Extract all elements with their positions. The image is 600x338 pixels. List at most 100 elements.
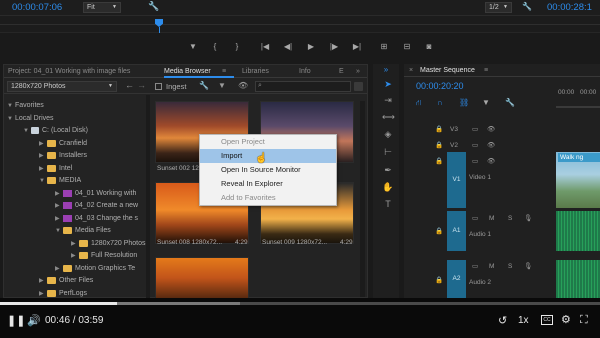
tree-item[interactable]: ▶ Intel bbox=[39, 163, 72, 175]
tree-item[interactable]: ▶ Other Files bbox=[39, 275, 93, 287]
fullscreen-icon[interactable]: ⛶ bbox=[580, 314, 588, 326]
microphone-icon[interactable]: 🎙 bbox=[524, 261, 532, 272]
zoom-select[interactable]: Fit ▼ bbox=[83, 2, 121, 13]
lock-icon[interactable]: 🔒 bbox=[435, 156, 443, 167]
snap-icon[interactable]: ∩ bbox=[437, 98, 443, 107]
linked-selection-icon[interactable]: ⛓ bbox=[459, 98, 469, 107]
audio-clip[interactable] bbox=[556, 260, 600, 298]
tree-item[interactable]: ▶ Full Resolution bbox=[71, 250, 137, 262]
mute-button[interactable]: M bbox=[489, 261, 494, 272]
eye-icon[interactable]: 👁 bbox=[487, 140, 495, 151]
menu-item-import[interactable]: Import bbox=[200, 149, 336, 163]
menu-icon[interactable]: ≡ bbox=[484, 64, 488, 77]
overwrite-icon[interactable]: ⊟ bbox=[402, 43, 412, 51]
work-area-bar[interactable] bbox=[556, 106, 600, 108]
sync-icon[interactable]: ▭ bbox=[472, 261, 478, 272]
tree-item[interactable]: ▼ Media Files bbox=[55, 225, 111, 237]
nest-icon[interactable]: ⛙ bbox=[416, 98, 422, 108]
eye-icon[interactable]: 👁 bbox=[487, 156, 495, 167]
go-to-in-icon[interactable]: |◀ bbox=[260, 43, 270, 51]
tree-item[interactable]: ▶ 04_01 Working with bbox=[55, 188, 136, 200]
tree-item[interactable]: ▼ Favorites bbox=[7, 100, 44, 112]
solo-button[interactable]: S bbox=[508, 213, 512, 224]
tree-item[interactable]: ▼ C: (Local Disk) bbox=[23, 125, 88, 137]
ripple-edit-tool-icon[interactable]: ⟷ bbox=[382, 111, 395, 123]
tree-item[interactable]: ▶ Cranfield bbox=[39, 138, 87, 150]
razor-tool-icon[interactable]: ◈ bbox=[382, 128, 394, 140]
menu-item-open-in-source-monitor[interactable]: Open In Source Monitor bbox=[200, 163, 336, 177]
insert-icon[interactable]: ⊞ bbox=[379, 43, 389, 51]
lock-icon[interactable]: 🔒 bbox=[435, 226, 443, 237]
program-timecode[interactable]: 00:00:28:1 bbox=[547, 2, 592, 13]
lock-icon[interactable]: 🔒 bbox=[435, 124, 443, 135]
view-icon[interactable]: 👁 bbox=[238, 81, 248, 90]
tree-item[interactable]: ▶ Motion Graphics Te bbox=[55, 263, 135, 275]
rewind-icon[interactable]: ↺ bbox=[498, 315, 507, 327]
gear-icon[interactable]: ⚙ bbox=[561, 314, 571, 326]
track-select-tool-icon[interactable]: ⇥ bbox=[382, 94, 394, 106]
thumb-scrollbar[interactable] bbox=[360, 101, 365, 297]
thumbnail-sunset[interactable] bbox=[155, 257, 249, 299]
menu-item-open-project[interactable]: Open Project bbox=[200, 135, 336, 149]
audio-clip[interactable] bbox=[556, 211, 600, 251]
tree-item[interactable]: ▶ 04_02 Create a new bbox=[55, 200, 138, 212]
volume-icon[interactable]: 🔊 bbox=[27, 315, 41, 327]
sync-icon[interactable]: ▭ bbox=[472, 156, 478, 167]
close-icon[interactable]: × bbox=[409, 64, 413, 77]
menu-item-reveal-in-explorer[interactable]: Reveal In Explorer bbox=[200, 177, 336, 191]
panel-overflow-icon[interactable]: » bbox=[373, 64, 399, 76]
sync-icon[interactable]: ▭ bbox=[472, 140, 478, 151]
tree-item[interactable]: ▶ 04_03 Change the s bbox=[55, 213, 138, 225]
new-item-icon[interactable] bbox=[354, 82, 363, 91]
mute-button[interactable]: M bbox=[489, 213, 494, 224]
selection-tool-icon[interactable]: ➤ bbox=[382, 78, 394, 90]
solo-button[interactable]: S bbox=[508, 261, 512, 272]
track-target-v1[interactable]: V1 bbox=[447, 152, 466, 208]
sync-icon[interactable]: ▭ bbox=[472, 124, 478, 135]
filter-icon[interactable]: ▼ bbox=[218, 81, 226, 90]
project-title[interactable]: Project: 04_01 Working with image files bbox=[8, 65, 130, 78]
tree-item[interactable]: ▶ Installers bbox=[39, 150, 87, 162]
sequence-title[interactable]: Master Sequence bbox=[420, 64, 475, 77]
lock-icon[interactable]: 🔒 bbox=[435, 275, 443, 286]
tab-e[interactable]: E bbox=[339, 65, 344, 78]
wrench-icon[interactable]: 🔧 bbox=[148, 1, 159, 12]
camera-icon[interactable]: ◙ bbox=[424, 43, 434, 51]
speed-button[interactable]: 1x bbox=[518, 315, 529, 326]
playhead-marker[interactable] bbox=[155, 19, 163, 27]
video-clip[interactable]: Walk ng bbox=[556, 152, 600, 208]
menu-item-add-to-favorites[interactable]: Add to Favorites bbox=[200, 191, 336, 205]
location-dropdown[interactable]: 1280x720 Photos ▼ bbox=[7, 81, 117, 92]
wrench-icon[interactable]: 🔧 bbox=[199, 81, 209, 90]
sync-icon[interactable]: ▭ bbox=[472, 213, 478, 224]
track-target-a2[interactable]: A2 bbox=[447, 260, 466, 298]
eye-icon[interactable]: 👁 bbox=[487, 124, 495, 135]
slip-tool-icon[interactable]: ⊢ bbox=[382, 146, 394, 158]
mark-in-icon[interactable]: { bbox=[210, 43, 220, 51]
tab-libraries[interactable]: Libraries bbox=[242, 65, 269, 78]
scale-select[interactable]: 1/2 ▼ bbox=[485, 2, 512, 13]
overflow-icon[interactable]: » bbox=[356, 65, 360, 78]
tree-item[interactable]: ▼ MEDIA bbox=[39, 175, 81, 187]
go-to-out-icon[interactable]: ▶| bbox=[352, 43, 362, 51]
source-timecode[interactable]: 00:00:07:06 bbox=[12, 2, 62, 13]
search-input[interactable]: ⌕ bbox=[255, 81, 351, 92]
add-marker-icon[interactable]: ▼ bbox=[482, 98, 490, 107]
wrench-icon[interactable]: 🔧 bbox=[505, 98, 515, 107]
pen-tool-icon[interactable]: ✒ bbox=[382, 164, 394, 176]
step-back-icon[interactable]: ◀| bbox=[283, 43, 293, 51]
track-target-a1[interactable]: A1 bbox=[447, 211, 466, 251]
tree-item[interactable]: ▼ Local Drives bbox=[7, 113, 54, 125]
ingest-checkbox[interactable] bbox=[155, 83, 162, 90]
step-forward-icon[interactable]: |▶ bbox=[329, 43, 339, 51]
play-icon[interactable]: ▶ bbox=[306, 43, 316, 51]
forward-arrow-icon[interactable]: → bbox=[137, 80, 146, 90]
captions-icon[interactable]: CC bbox=[541, 315, 553, 325]
tab-info[interactable]: Info bbox=[299, 65, 311, 78]
sequence-timecode[interactable]: 00:00:20:20 bbox=[416, 81, 464, 91]
wrench-icon[interactable]: 🔧 bbox=[522, 2, 532, 11]
tree-scrollbar[interactable] bbox=[146, 95, 150, 299]
hand-tool-icon[interactable]: ✋ bbox=[382, 181, 394, 193]
pause-icon[interactable]: ❚❚ bbox=[7, 315, 25, 327]
tree-item[interactable]: ▶ 1280x720 Photos bbox=[71, 238, 146, 250]
